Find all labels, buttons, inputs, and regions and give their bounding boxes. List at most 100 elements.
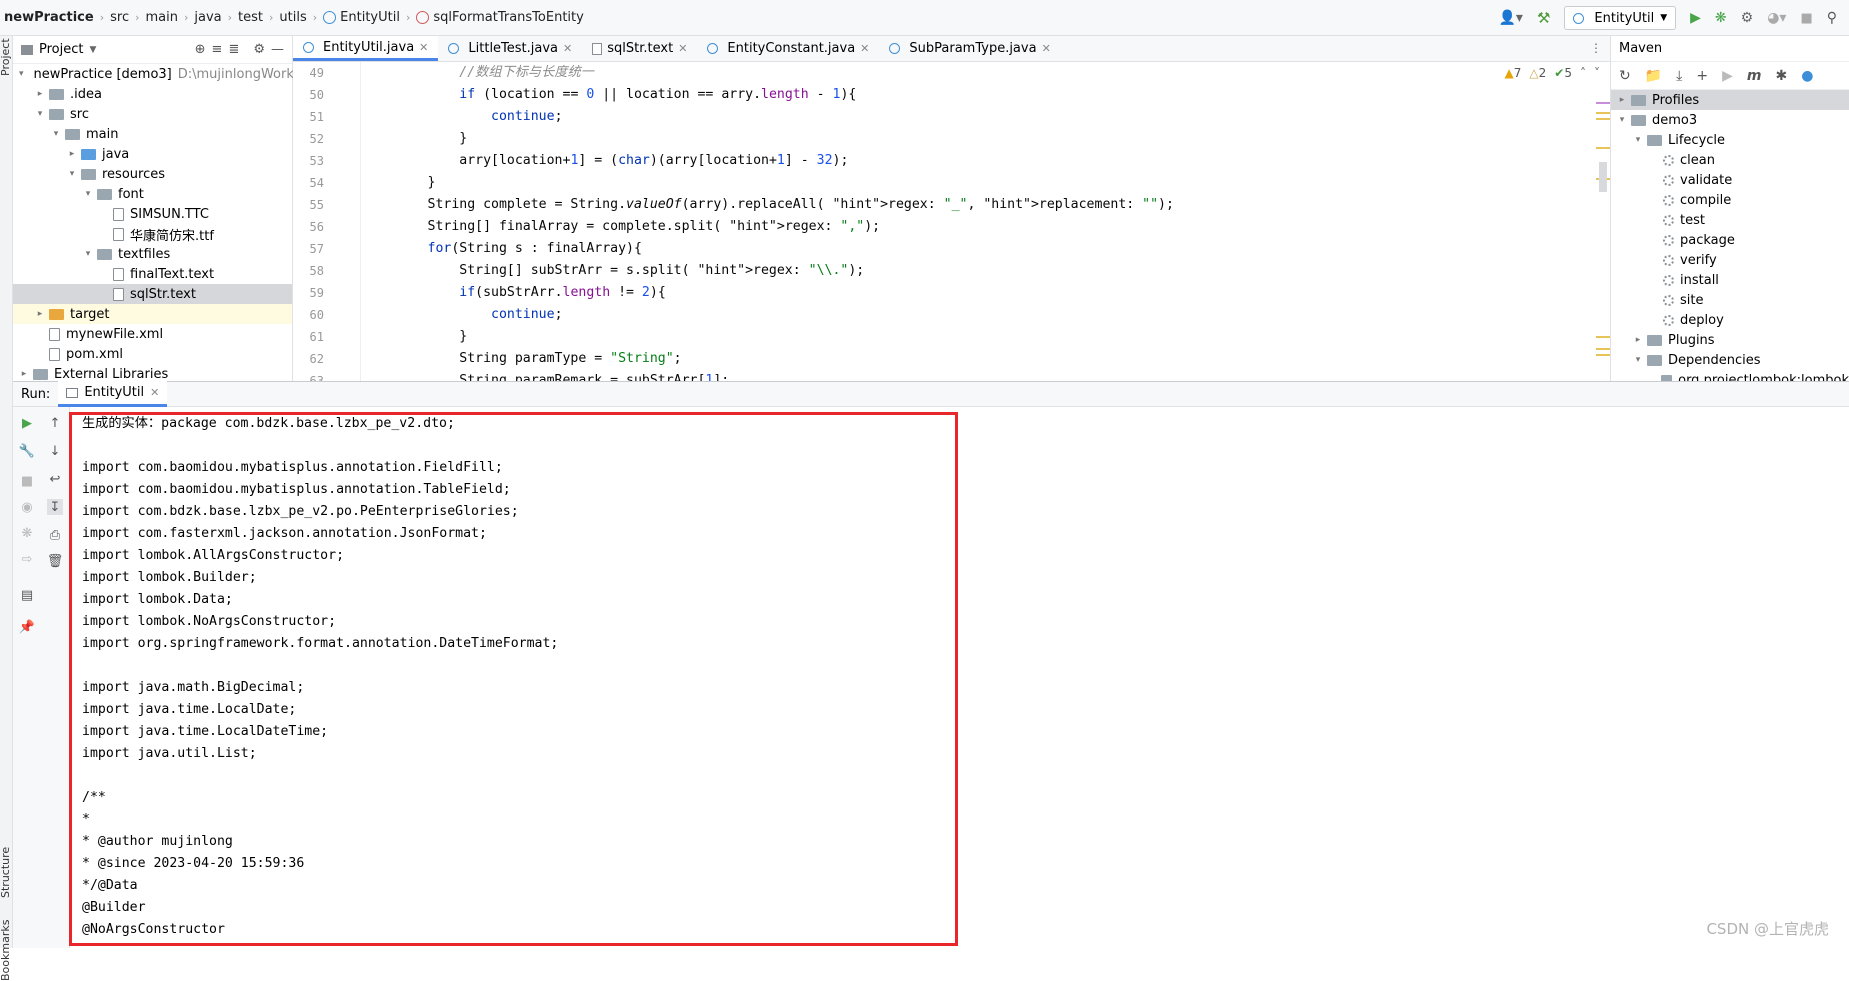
project-tool-tab[interactable]: Project <box>0 38 12 76</box>
editor-tab[interactable]: EntityConstant.java ✕ <box>697 36 879 61</box>
close-icon[interactable]: ✕ <box>419 41 428 54</box>
build-hammer-icon[interactable]: ⚒ <box>1537 9 1550 27</box>
chevron-down-icon[interactable]: ▾ <box>83 189 93 199</box>
bookmarks-tool-tab[interactable]: Bookmarks <box>0 920 12 981</box>
editor-tab[interactable]: SubParamType.java ✕ <box>879 36 1060 61</box>
coverage-icon[interactable]: ⚙ <box>1741 10 1754 26</box>
project-tree-item[interactable]: 华康简仿宋.ttf <box>13 224 292 244</box>
chevron-right-icon[interactable]: ▸ <box>1617 95 1627 105</box>
trash-icon[interactable]: 🗑 <box>47 553 64 569</box>
editor-tab[interactable]: sqlStr.text ✕ <box>582 36 697 61</box>
inspection-widget[interactable]: ▲7 △2 ✔5 ˄ ˅ <box>1494 62 1610 84</box>
chevron-down-icon[interactable]: ▼ <box>89 45 96 55</box>
chevron-right-icon[interactable]: ▸ <box>19 369 29 379</box>
maven-tree-item[interactable]: verify <box>1611 250 1849 270</box>
run-configuration-select[interactable]: EntityUtil ▼ <box>1564 6 1677 30</box>
chevron-right-icon[interactable]: ▸ <box>1633 335 1643 345</box>
maven-tree-item[interactable]: clean <box>1611 150 1849 170</box>
maven-tree-item[interactable]: install <box>1611 270 1849 290</box>
exit-icon[interactable]: ⇨ <box>19 551 35 567</box>
chevron-down-icon[interactable]: ˅ <box>1594 66 1600 80</box>
user-icon[interactable]: 👤▾ <box>1498 10 1522 26</box>
project-tree-item[interactable]: ▾ resources <box>13 164 292 184</box>
project-tree-item[interactable]: ▸ target <box>13 304 292 324</box>
toggle-offline-icon[interactable]: ✱ <box>1775 68 1787 84</box>
collapse-all-icon[interactable]: ≣ <box>228 42 239 57</box>
bug-icon[interactable]: ❋ <box>19 525 35 541</box>
breadcrumb-item[interactable]: test <box>238 10 263 25</box>
maven-tree-item[interactable]: ▾ demo3 <box>1611 110 1849 130</box>
chevron-down-icon[interactable]: ▾ <box>19 69 24 79</box>
breadcrumb-item[interactable]: java <box>194 10 221 25</box>
add-icon[interactable]: + <box>1696 68 1708 84</box>
chevron-down-icon[interactable]: ▾ <box>67 169 77 179</box>
project-tree-item[interactable]: mynewFile.xml <box>13 324 292 344</box>
chevron-down-icon[interactable]: ▾ <box>35 109 45 119</box>
locate-icon[interactable]: ⊕ <box>195 42 206 57</box>
rerun-icon[interactable]: ▶ <box>19 415 35 431</box>
project-tree-item[interactable]: ▸ java <box>13 144 292 164</box>
project-tree-item[interactable]: pom.xml <box>13 344 292 364</box>
chevron-right-icon[interactable]: ▸ <box>35 89 45 99</box>
breadcrumb-project[interactable]: newPractice <box>4 10 94 25</box>
folder-add-icon[interactable]: 📁 <box>1645 68 1662 84</box>
code-editor[interactable]: //数组下标与长度统一 if (location == 0 || locatio… <box>361 62 1610 381</box>
project-tree-item[interactable]: ▾ textfiles <box>13 244 292 264</box>
breadcrumb-item[interactable]: utils <box>279 10 306 25</box>
chevron-right-icon[interactable]: ▸ <box>35 309 45 319</box>
profile-icon[interactable]: ◕▾ <box>1767 10 1786 26</box>
close-icon[interactable]: ✕ <box>860 42 869 55</box>
pin-icon[interactable]: 📌 <box>19 619 35 635</box>
chevron-down-icon[interactable]: ▾ <box>83 249 93 259</box>
chevron-right-icon[interactable]: ▸ <box>67 149 77 159</box>
skip-tests-icon[interactable]: ● <box>1801 68 1813 84</box>
run-icon[interactable]: ▶ <box>1690 10 1701 26</box>
chevron-up-icon[interactable]: ˄ <box>1580 66 1586 80</box>
project-tree-item[interactable]: ▾ main <box>13 124 292 144</box>
layout-icon[interactable]: ▤ <box>19 587 35 603</box>
editor-tab[interactable]: LittleTest.java ✕ <box>438 36 582 61</box>
hide-icon[interactable]: — <box>271 42 284 57</box>
arrow-down-icon[interactable]: ↓ <box>47 443 63 459</box>
breadcrumb-class[interactable]: EntityUtil <box>323 10 400 25</box>
execute-goal-icon[interactable]: m <box>1747 68 1762 84</box>
project-panel-title[interactable]: Project <box>39 42 83 57</box>
close-icon[interactable]: ✕ <box>563 42 572 55</box>
run-maven-icon[interactable]: ▶ <box>1722 68 1733 84</box>
project-tree-item[interactable]: ▾ src <box>13 104 292 124</box>
maven-tree-item[interactable]: ▸ Profiles <box>1611 90 1849 110</box>
project-tree-item[interactable]: ▾ font <box>13 184 292 204</box>
chevron-down-icon[interactable]: ▾ <box>1617 115 1627 125</box>
maven-tree-item[interactable]: ▾ Dependencies <box>1611 350 1849 370</box>
breadcrumb-method[interactable]: sqlFormatTransToEntity <box>416 10 584 25</box>
maven-tree-item[interactable]: package <box>1611 230 1849 250</box>
project-tree-item[interactable]: ▸ .idea <box>13 84 292 104</box>
structure-tool-tab[interactable]: Structure <box>0 847 12 898</box>
scroll-to-end-icon[interactable]: ↧ <box>47 499 63 515</box>
maven-tree-item[interactable]: ▾ Lifecycle <box>1611 130 1849 150</box>
debug-icon[interactable]: ❋ <box>1715 10 1727 26</box>
expand-all-icon[interactable]: ≡ <box>212 42 223 57</box>
maven-tree-item[interactable]: compile <box>1611 190 1849 210</box>
stop-icon[interactable]: ■ <box>19 473 35 489</box>
gear-icon[interactable]: ⚙ <box>253 42 265 57</box>
project-tree-item[interactable]: sqlStr.text <box>13 284 292 304</box>
chevron-down-icon[interactable]: ▾ <box>51 129 61 139</box>
maven-tree-item[interactable]: test <box>1611 210 1849 230</box>
error-stripe[interactable] <box>1596 100 1610 380</box>
maven-panel-title[interactable]: Maven <box>1619 41 1662 56</box>
camera-icon[interactable]: ◉ <box>19 499 35 515</box>
search-icon[interactable]: ⚲ <box>1827 10 1837 26</box>
close-icon[interactable]: ✕ <box>1042 42 1051 55</box>
chevron-down-icon[interactable]: ▾ <box>1633 135 1643 145</box>
breadcrumb-item[interactable]: main <box>146 10 178 25</box>
more-tabs-icon[interactable]: ⋮ <box>1582 36 1610 61</box>
maven-tree-item[interactable]: validate <box>1611 170 1849 190</box>
maven-tree-item[interactable]: ▸ Plugins <box>1611 330 1849 350</box>
run-tab[interactable]: EntityUtil ✕ <box>58 381 168 407</box>
project-tree-item[interactable]: SIMSUN.TTC <box>13 204 292 224</box>
stop-icon[interactable]: ■ <box>1800 11 1812 26</box>
breadcrumb-item[interactable]: src <box>110 10 129 25</box>
download-icon[interactable]: ⤓ <box>1676 68 1682 84</box>
project-tree-item[interactable]: ▾ newPractice [demo3] D:\mujinlongWorki <box>13 64 297 84</box>
